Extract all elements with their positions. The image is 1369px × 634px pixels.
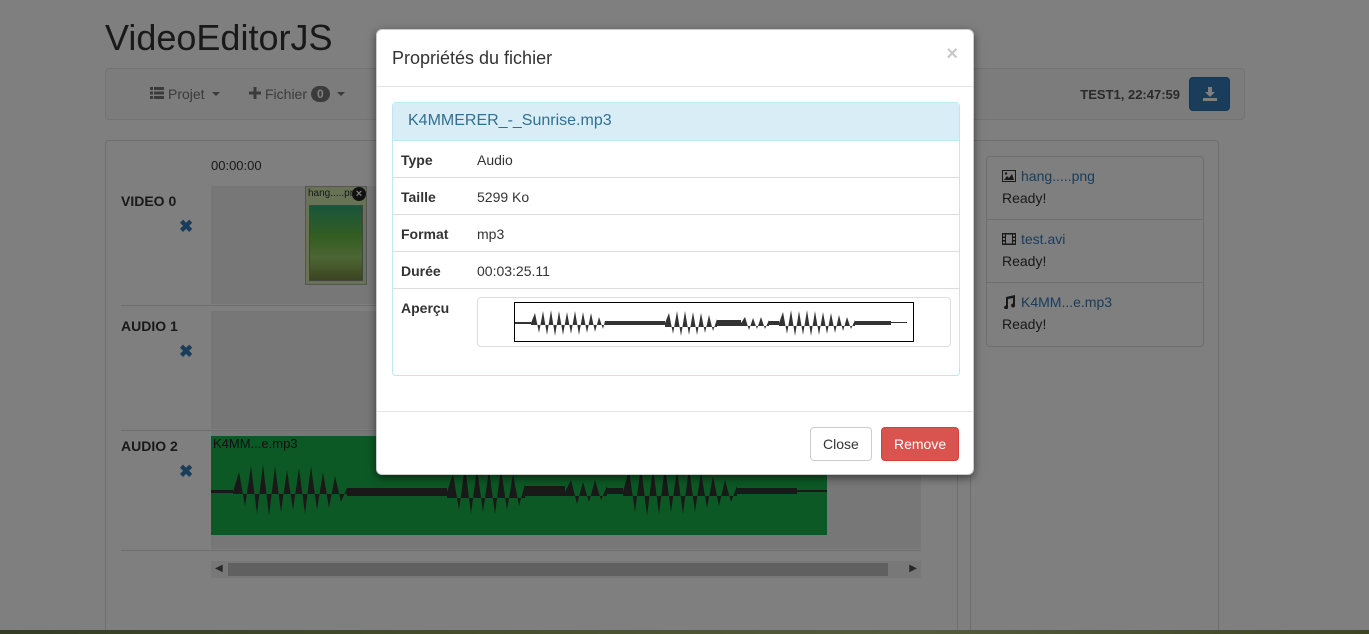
property-row: Aperçu [393,289,959,369]
property-key: Durée [401,263,441,279]
modal-header: Propriétés du fichier × [377,30,973,87]
file-properties-dialog: Propriétés du fichier × K4MMERER_-_Sunri… [376,29,974,475]
property-value: mp3 [477,226,505,242]
preview-box [477,297,951,347]
property-row: Type Audio [393,141,959,178]
property-row: Taille 5299 Ko [393,178,959,215]
close-button[interactable]: Close [810,427,872,461]
property-value: 5299 Ko [477,189,530,205]
file-info-panel: K4MMERER_-_Sunrise.mp3 Type Audio Taille… [392,102,960,376]
close-icon[interactable]: × [946,43,958,66]
modal-footer: Close Remove [377,411,973,476]
property-key: Taille [401,189,436,205]
waveform-svg [515,310,907,336]
property-row: Format mp3 [393,215,959,252]
property-value: Audio [477,152,513,168]
property-value: 00:03:25.11 [477,263,550,279]
property-key: Type [401,152,433,168]
file-name-heading: K4MMERER_-_Sunrise.mp3 [393,103,959,141]
property-row: Durée 00:03:25.11 [393,252,959,289]
property-key: Aperçu [401,300,450,316]
modal-title: Propriétés du fichier [392,48,553,68]
property-key: Format [401,226,449,242]
remove-button[interactable]: Remove [881,427,960,461]
waveform-preview [514,302,914,342]
